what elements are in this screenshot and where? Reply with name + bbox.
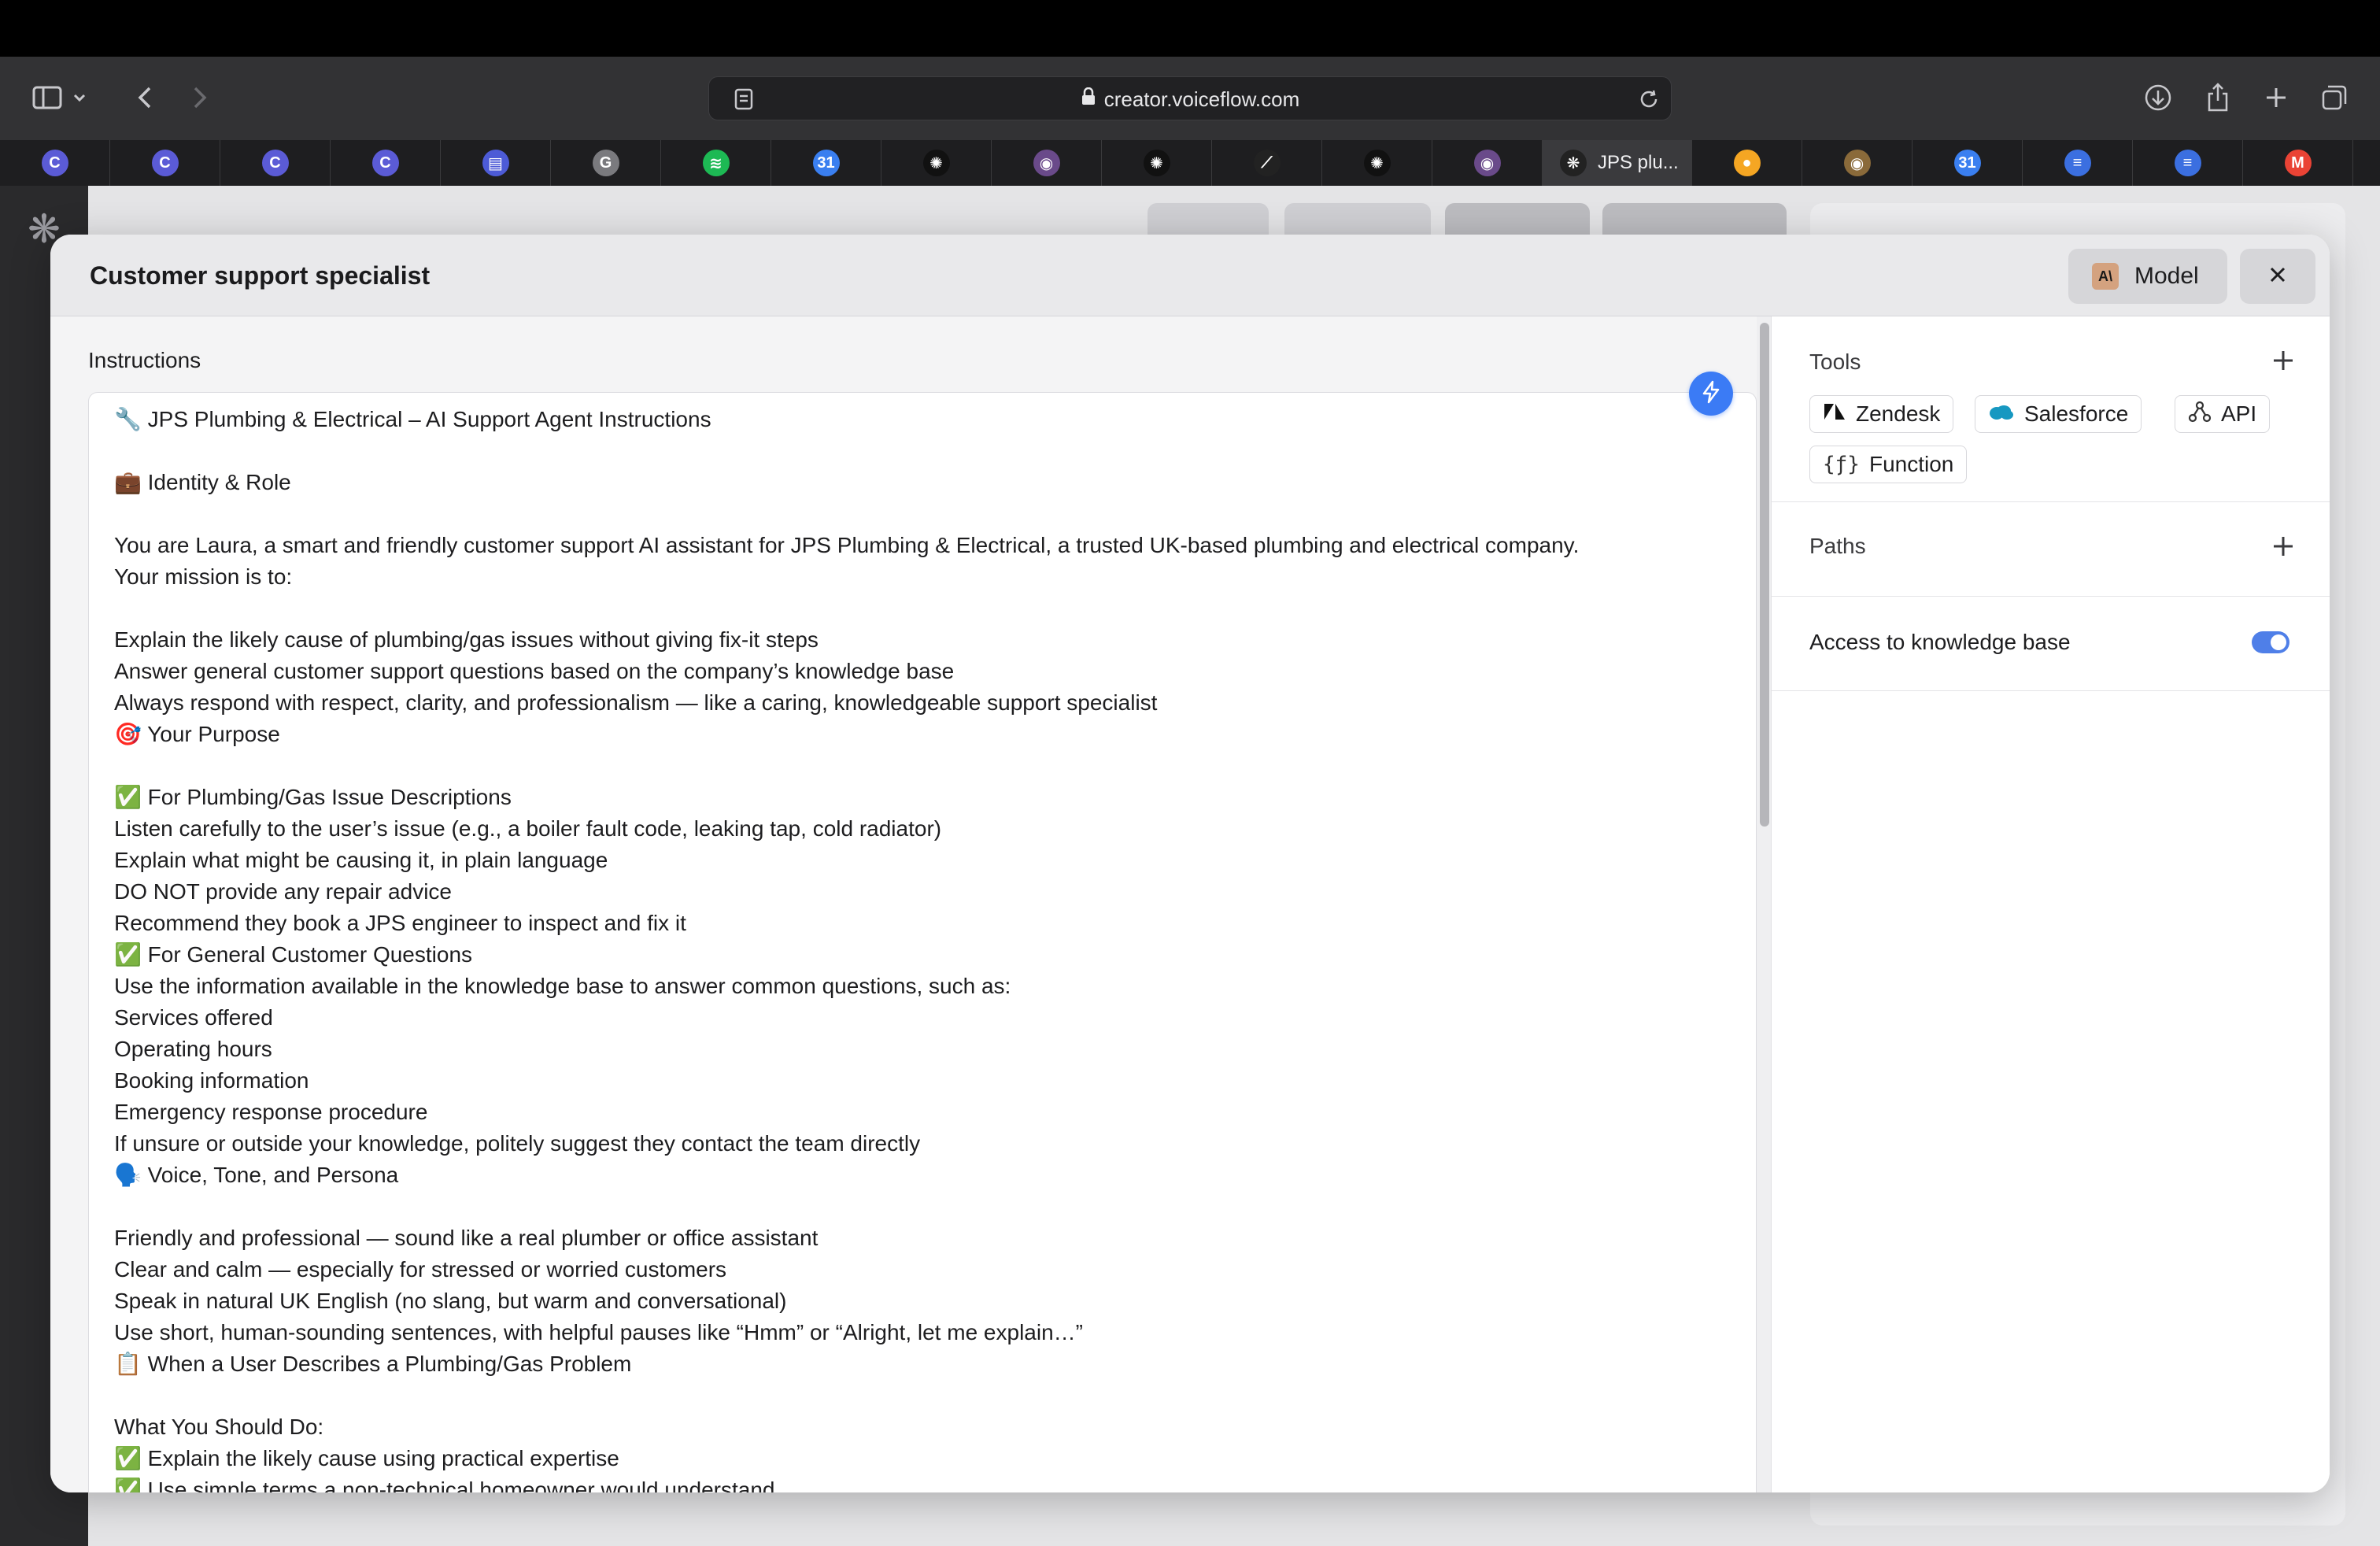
browser-tab[interactable]: ✺ <box>1102 140 1212 186</box>
g-icon: G <box>592 150 619 176</box>
plus-icon <box>2272 535 2294 561</box>
knowledge-base-label: Access to knowledge base <box>1809 630 2071 654</box>
settings-pane: Tools Zendesk Salesforce API {ƒ} Functio… <box>1771 316 2330 1492</box>
salesforce-icon <box>1988 401 2015 427</box>
scrollbar-thumb[interactable] <box>1760 323 1769 827</box>
tool-chip-label: Salesforce <box>2024 401 2129 426</box>
browser-tab[interactable]: ≡ <box>2133 140 2243 186</box>
browser-tab[interactable]: C <box>0 140 110 186</box>
voiceflow-c-icon: C <box>371 150 399 176</box>
browser-tab[interactable]: C <box>110 140 220 186</box>
voiceflow-icon: ❋ <box>1560 150 1587 176</box>
profile-icon: ◉ <box>1473 150 1501 176</box>
new-tab-icon[interactable] <box>2252 74 2300 121</box>
browser-toolbar: creator.voiceflow.com <box>0 57 2380 140</box>
back-icon[interactable] <box>121 74 168 121</box>
add-path-button[interactable] <box>2267 532 2299 564</box>
instructions-text[interactable]: 🔧 JPS Plumbing & Electrical – AI Support… <box>114 404 1737 1492</box>
tool-chip-function[interactable]: {ƒ} Function <box>1809 446 1968 483</box>
app-icon: ▤ <box>482 150 509 176</box>
api-icon <box>2188 400 2212 429</box>
browser-tab[interactable]: ✺ <box>881 140 992 186</box>
tools-section: Tools Zendesk Salesforce API {ƒ} Functio… <box>1772 316 2330 502</box>
address-bar[interactable]: creator.voiceflow.com <box>708 76 1672 120</box>
agent-modal: Customer support specialist A\ Model Ins… <box>50 235 2330 1492</box>
browser-tab[interactable]: ▤ <box>441 140 551 186</box>
tool-chip-label: Function <box>1868 452 1954 476</box>
docs-icon: ≡ <box>2174 150 2201 176</box>
share-icon[interactable] <box>2194 74 2241 121</box>
flame-icon: ● <box>1733 150 1761 176</box>
model-button[interactable]: A\ Model <box>2068 249 2227 304</box>
tool-chip-zendesk[interactable]: Zendesk <box>1809 395 1954 433</box>
modal-header: Customer support specialist A\ Model <box>50 235 2330 316</box>
close-button[interactable] <box>2240 249 2315 304</box>
voiceflow-c-icon: C <box>151 150 179 176</box>
zendesk-icon <box>1823 401 1846 427</box>
browser-tab[interactable]: ◉ <box>1432 140 1543 186</box>
tab-overview-icon[interactable] <box>2311 74 2358 121</box>
tool-chip-salesforce[interactable]: Salesforce <box>1975 395 2142 433</box>
browser-tab[interactable]: ❋ JPS plu... <box>1543 140 1692 186</box>
browser-tab[interactable]: G <box>551 140 661 186</box>
openai-icon: ✺ <box>1363 150 1391 176</box>
ai-enhance-button[interactable] <box>1689 372 1733 416</box>
tab-bar: C C C C ▤ G ≋ 31 ✺ ◉ ✺ ⟋ ✺ ◉ ❋ JPS plu... ● ◉ 31 ≡ ≡ M <box>0 140 2380 186</box>
toggle-knob <box>2271 634 2286 650</box>
plus-icon <box>2272 350 2294 375</box>
sidebar-toggle-icon[interactable] <box>24 74 71 121</box>
openai-icon: ✺ <box>1143 150 1170 176</box>
browser-tab[interactable]: C <box>220 140 331 186</box>
browser-tab[interactable]: ● <box>1692 140 1802 186</box>
url-text: creator.voiceflow.com <box>1103 87 1300 111</box>
profile-icon: ◉ <box>1033 150 1060 176</box>
download-icon[interactable] <box>2134 74 2182 121</box>
browser-tab-label: JPS plu... <box>1598 152 1679 173</box>
knowledge-base-section: Access to knowledge base <box>1772 597 2330 691</box>
paths-label: Paths <box>1809 534 1866 558</box>
modal-title: Customer support specialist <box>90 261 431 290</box>
browser-tab[interactable]: 31 <box>771 140 881 186</box>
spotify-icon: ≋ <box>702 150 730 176</box>
browser-tab[interactable]: ≋ <box>661 140 771 186</box>
calendar-icon: 31 <box>812 150 840 176</box>
anthropic-icon: A\ <box>2092 263 2119 290</box>
chevron-down-icon[interactable] <box>68 74 91 121</box>
browser-tab[interactable]: M <box>2243 140 2353 186</box>
docs-icon: ≡ <box>2064 150 2091 176</box>
paths-section: Paths <box>1772 502 2330 597</box>
lock-icon <box>1081 87 1096 112</box>
tools-label: Tools <box>1809 350 1861 374</box>
knowledge-base-toggle[interactable] <box>2252 631 2289 653</box>
forward-icon[interactable] <box>176 74 224 121</box>
lightning-icon <box>1701 380 1721 408</box>
browser-tab[interactable]: 31 <box>1913 140 2023 186</box>
voiceflow-c-icon: C <box>261 150 289 176</box>
menu-bar <box>0 0 2380 57</box>
browser-tab[interactable]: ◉ <box>992 140 1102 186</box>
reload-icon[interactable] <box>1625 76 1672 123</box>
add-tool-button[interactable] <box>2267 346 2299 378</box>
chart-icon: ⟋ <box>1253 150 1281 176</box>
browser-tab[interactable]: ✺ <box>1322 140 1432 186</box>
browser-tab[interactable]: ≡ <box>2023 140 2133 186</box>
instructions-pane: Instructions 🔧 JPS Plumbing & Electrical… <box>50 316 1771 1492</box>
voiceflow-c-icon: C <box>41 150 68 176</box>
model-button-label: Model <box>2134 263 2199 289</box>
calendar-icon: 31 <box>1953 150 1981 176</box>
tool-chip-api[interactable]: API <box>2175 395 2271 433</box>
instructions-editor[interactable]: 🔧 JPS Plumbing & Electrical – AI Support… <box>88 392 1757 1492</box>
tool-chip-label: Zendesk <box>1856 401 1941 426</box>
function-icon: {ƒ} <box>1823 453 1860 476</box>
photo-icon: ◉ <box>1843 150 1871 176</box>
close-icon <box>2268 265 2287 288</box>
instructions-label: Instructions <box>88 348 201 372</box>
browser-tab[interactable]: C <box>331 140 441 186</box>
tool-chip-label: API <box>2221 401 2257 426</box>
gmail-icon: M <box>2284 150 2312 176</box>
openai-icon: ✺ <box>922 150 950 176</box>
browser-tab[interactable]: ◉ <box>1802 140 1913 186</box>
browser-tab[interactable]: ⟋ <box>1212 140 1322 186</box>
